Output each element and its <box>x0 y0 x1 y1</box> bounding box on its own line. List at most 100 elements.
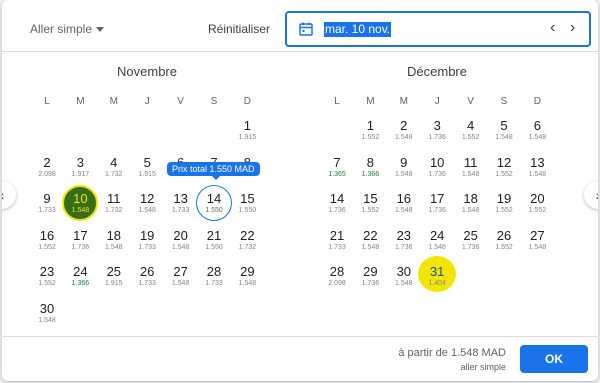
calendar-day[interactable]: 20 1.552 <box>520 191 554 215</box>
calendar-day[interactable]: 5 1.915 <box>130 155 164 179</box>
day-price: 1.732 <box>105 207 123 214</box>
day-number: 14 <box>206 191 222 206</box>
selected-date-text[interactable]: mar. 10 nov. <box>324 22 392 37</box>
departure-date-field[interactable]: mar. 10 nov. ‹ › <box>285 11 591 47</box>
day-price: 1.736 <box>71 243 90 251</box>
day-price: 1.736 <box>328 207 346 214</box>
calendar-day[interactable]: 21 1.733 <box>320 228 354 252</box>
calendar-day[interactable]: 10 1.736 <box>420 155 454 179</box>
day-number: 29 <box>240 264 255 279</box>
calendar-day[interactable]: 24 1.366 <box>63 264 97 288</box>
calendar-day[interactable]: 6 1.548 <box>520 118 554 142</box>
calendar-day[interactable]: 4 1.552 <box>454 118 488 142</box>
calendar-day[interactable]: 17 1.736 <box>420 191 454 215</box>
ok-button[interactable]: OK <box>520 345 588 373</box>
calendar-day[interactable]: 19 1.552 <box>487 191 521 215</box>
calendar-icon <box>299 22 313 36</box>
day-number: 24 <box>429 227 445 243</box>
calendar-day[interactable]: 25 1.915 <box>97 264 131 288</box>
day-price: 1.548 <box>105 243 123 251</box>
calendar-day[interactable]: 13 1.548 <box>520 155 554 179</box>
calendar-day[interactable]: 18 1.548 <box>97 228 131 252</box>
calendar-day[interactable]: 29 1.548 <box>230 264 264 288</box>
weekday-label: V <box>467 96 474 107</box>
next-date-button[interactable]: › <box>570 19 575 37</box>
next-month-button[interactable]: › <box>584 181 598 209</box>
chevron-right-icon: › <box>596 187 598 203</box>
calendar-day[interactable]: 29 1.736 <box>353 264 387 288</box>
day-number: 16 <box>39 227 55 243</box>
calendar-day[interactable]: 16 1.552 <box>30 228 64 252</box>
day-price: 1.733 <box>38 207 56 214</box>
calendar-day[interactable]: 18 1.548 <box>454 191 488 215</box>
prev-month-button[interactable]: ‹ <box>2 181 16 209</box>
calendar-day[interactable]: 15 1.550 <box>230 191 264 215</box>
price-tooltip: Prix total 1.550 MAD <box>167 162 260 180</box>
day-number: 23 <box>396 227 412 243</box>
day-price: 1.366 <box>71 280 90 287</box>
calendar-day[interactable]: 22 1.732 <box>230 228 264 252</box>
day-price: 1.552 <box>361 207 380 214</box>
day-price: 1.550 <box>238 207 257 214</box>
calendar-day[interactable]: 12 1.548 <box>130 191 164 215</box>
calendar-day[interactable]: 21 1.550 <box>197 228 231 252</box>
day-number: 2 <box>400 118 408 133</box>
calendar-day[interactable]: 28 1.733 <box>197 264 231 288</box>
date-picker-dialog: Aller simple Réinitialiser mar. 10 nov. … <box>2 0 598 381</box>
calendar-day[interactable]: 19 1.733 <box>130 228 164 252</box>
calendar-day[interactable]: 9 1.733 <box>30 191 64 215</box>
calendar-day[interactable]: 2 1.548 <box>387 118 421 142</box>
day-price: 1.917 <box>71 170 90 178</box>
calendar-day[interactable]: 13 1.733 <box>164 191 198 215</box>
day-price: 1.732 <box>238 243 257 251</box>
day-price: 1.736 <box>428 170 446 178</box>
calendar-day[interactable]: 27 1.548 <box>164 264 198 288</box>
calendar-day[interactable]: 8 1.366 <box>353 155 387 179</box>
calendar-day[interactable]: 3 1.736 <box>420 118 454 142</box>
calendar-day[interactable]: 23 1.736 <box>387 228 421 252</box>
prev-date-button[interactable]: ‹ <box>550 19 555 37</box>
reset-button[interactable]: Réinitialiser <box>208 22 270 36</box>
day-number: 23 <box>39 264 55 279</box>
calendar-day[interactable]: 23 1.552 <box>30 264 64 288</box>
calendar-day[interactable]: 30 1.548 <box>30 301 64 325</box>
day-number: 20 <box>530 191 545 206</box>
calendar-day[interactable]: 30 1.548 <box>387 264 421 288</box>
day-price: 1.548 <box>138 207 156 214</box>
calendar-day[interactable]: 9 1.548 <box>387 155 421 179</box>
calendar-day[interactable]: 14 1.550 <box>197 191 231 215</box>
calendar-day[interactable]: 31 1.404 <box>420 264 454 288</box>
calendar-day[interactable]: 11 1.548 <box>454 155 488 179</box>
weekday-label: L <box>334 96 340 107</box>
calendar-day[interactable]: 11 1.732 <box>97 191 131 215</box>
day-price: 1.736 <box>428 134 446 141</box>
calendar-day[interactable]: 2 2.098 <box>30 155 64 179</box>
day-price: 2.098 <box>328 280 346 287</box>
calendar-day[interactable]: 24 1.548 <box>420 228 454 252</box>
calendar-day[interactable]: 15 1.552 <box>353 191 387 215</box>
day-number: 10 <box>73 191 88 206</box>
calendar-day[interactable]: 10 1.548 <box>63 191 97 215</box>
calendar-day[interactable]: 25 1.736 <box>454 228 488 252</box>
calendar-day[interactable]: 7 1.365 <box>320 155 354 179</box>
calendar-day[interactable]: 26 1.552 <box>487 228 521 252</box>
calendar-day[interactable]: 17 1.736 <box>63 228 97 252</box>
calendar-day[interactable]: 4 1.732 <box>97 155 131 179</box>
calendar-day[interactable]: 1 1.552 <box>353 118 387 142</box>
calendar-day[interactable]: 5 1.548 <box>487 118 521 142</box>
calendar-day[interactable]: 22 1.548 <box>353 228 387 252</box>
calendar-day[interactable]: 3 1.917 <box>63 155 97 179</box>
calendar-day[interactable]: 27 1.548 <box>520 228 554 252</box>
trip-type-dropdown[interactable]: Aller simple <box>30 22 105 36</box>
day-price: 1.365 <box>328 170 346 178</box>
weekday-label: J <box>434 96 440 107</box>
calendar-day[interactable]: 20 1.548 <box>164 228 198 252</box>
calendar-day[interactable]: 12 1.552 <box>487 155 521 179</box>
calendar-day[interactable]: 28 2.098 <box>320 264 354 288</box>
calendar-day[interactable]: 26 1.733 <box>130 264 164 288</box>
day-price: 1.548 <box>495 134 513 141</box>
calendar-day[interactable]: 16 1.548 <box>387 191 421 215</box>
day-number: 11 <box>463 154 478 170</box>
calendar-day[interactable]: 14 1.736 <box>320 191 354 215</box>
calendar-day[interactable]: 1 1.915 <box>230 118 264 142</box>
